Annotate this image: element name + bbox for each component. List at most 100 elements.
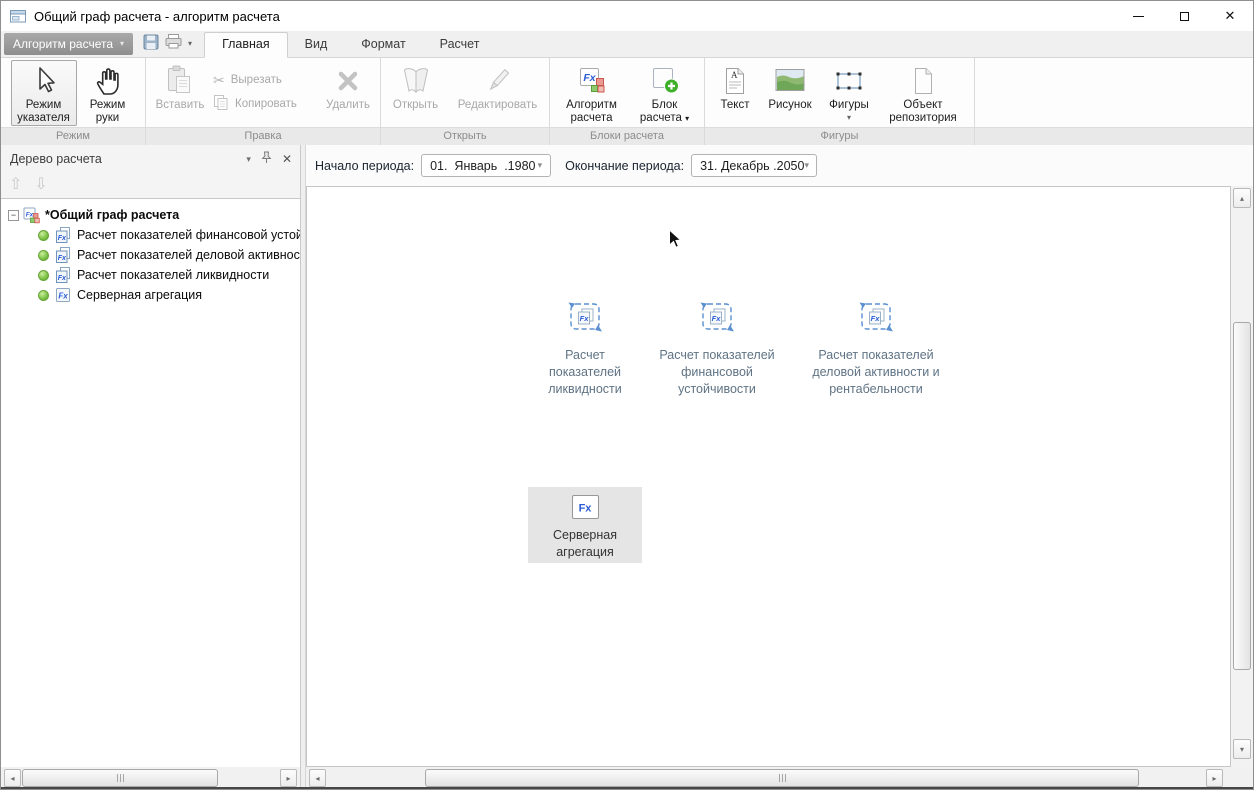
add-block-button[interactable]: Блок расчета ▾ (631, 60, 699, 126)
close-icon: ✕ (1224, 8, 1236, 23)
tree-item-server-aggregation[interactable]: Fx Серверная агрегация (1, 285, 300, 305)
open-button[interactable]: Открыть (385, 60, 447, 126)
mouse-cursor-icon (668, 228, 682, 254)
copy-button[interactable]: Копировать (213, 94, 317, 113)
calc-tree-panel: Дерево расчета ▾ ✕ ⇧ ⇩ − Fx *Общий граф … (1, 145, 301, 789)
menu-tab-row: Алгоритм расчета ▾ ▾ Главная Вид Формат … (1, 31, 1253, 58)
panel-menu-dropdown-icon[interactable]: ▾ (246, 154, 251, 164)
block-server-aggregation[interactable]: Fx Серверная агрегация (528, 487, 642, 563)
delete-button[interactable]: Удалить (320, 60, 376, 126)
paste-button[interactable]: Вставить (150, 60, 210, 126)
panel-close-icon[interactable]: ✕ (282, 152, 292, 166)
minimize-button[interactable] (1115, 1, 1161, 31)
ribbon-group-shapes: A Текст Рисунок Фигуры ▾ Объект репозито… (705, 58, 975, 145)
group-label-edit: Правка (146, 127, 380, 145)
text-document-icon: A (723, 62, 747, 99)
scroll-left-button[interactable]: ◂ (309, 769, 326, 787)
scrollbar-corner (1231, 767, 1253, 789)
main-area: Начало периода: 01. Январь .1980 ▾ Оконч… (306, 145, 1253, 789)
svg-text:Fx: Fx (579, 503, 593, 515)
text-button[interactable]: A Текст (712, 60, 758, 126)
repository-object-icon (912, 62, 935, 99)
scroll-thumb[interactable] (425, 769, 1139, 787)
maximize-button[interactable] (1161, 1, 1207, 31)
tab-glavnaya[interactable]: Главная (204, 32, 288, 58)
scroll-right-button[interactable]: ▸ (280, 769, 297, 787)
canvas-vertical-scrollbar[interactable]: ▴ ▾ (1231, 186, 1253, 767)
repository-object-button[interactable]: Объект репозитория (879, 60, 967, 126)
svg-text:Fx: Fx (580, 314, 590, 323)
app-window-icon (10, 9, 27, 23)
delete-x-icon (333, 62, 363, 99)
svg-text:Fx: Fx (58, 254, 67, 261)
print-dropdown-button[interactable]: ▾ (188, 40, 192, 48)
group-label-shapes: Фигуры (705, 127, 974, 145)
tree-item-business-activity[interactable]: Fx Расчет показателей деловой активности… (1, 245, 300, 265)
status-dot-green (38, 229, 49, 241)
pin-icon[interactable] (261, 151, 272, 167)
ribbon-group-mode: Режим указателя Режим руки Режим (1, 58, 146, 145)
svg-text:Fx: Fx (58, 274, 67, 281)
minimize-icon (1132, 15, 1144, 17)
close-button[interactable]: ✕ (1207, 1, 1253, 31)
maximize-icon (1179, 11, 1189, 21)
canvas-horizontal-scrollbar[interactable]: ◂ ▸ (306, 767, 1231, 789)
ribbon-group-calc-blocks: Fx Алгоритм расчета Блок расчета ▾ Блоки… (550, 58, 705, 145)
chevron-down-icon: ▾ (846, 113, 851, 122)
scroll-thumb[interactable] (1233, 322, 1251, 670)
scroll-track[interactable] (22, 769, 279, 787)
shapes-rect-icon (834, 62, 864, 99)
fx-icon: Fx (55, 287, 72, 304)
block-business-activity[interactable]: Fx Расчет показателей деловой активности… (796, 297, 956, 398)
app-menu-button[interactable]: Алгоритм расчета ▾ (4, 33, 134, 55)
scroll-right-button[interactable]: ▸ (1206, 769, 1223, 787)
period-start-label: Начало периода: (315, 158, 415, 173)
save-button[interactable] (143, 34, 159, 55)
period-start-combobox[interactable]: 01. Январь .1980 ▾ (421, 154, 552, 177)
svg-text:Fx: Fx (712, 314, 722, 323)
fx-icon: Fx (571, 495, 599, 519)
block-financial-stability[interactable]: Fx Расчет показателей финансовой устойчи… (637, 297, 797, 398)
algorithm-button[interactable]: Fx Алгоритм расчета (556, 60, 628, 126)
hand-mode-button[interactable]: Режим руки (80, 60, 136, 126)
tree-horizontal-scrollbar[interactable]: ◂ ▸ (1, 767, 300, 789)
algorithm-root-icon: Fx (23, 207, 40, 224)
tree-item-fin-stability[interactable]: Fx Расчет показателей финансовой устойчи… (1, 225, 300, 245)
cut-button[interactable]: ✂ Вырезать (213, 70, 317, 89)
scroll-left-button[interactable]: ◂ (4, 769, 21, 787)
hand-icon (93, 62, 123, 99)
svg-text:Fx: Fx (871, 314, 881, 323)
collapse-expander-icon[interactable]: − (8, 209, 19, 221)
open-book-icon (398, 62, 434, 99)
tab-vid[interactable]: Вид (288, 33, 345, 57)
period-end-combobox[interactable]: 31. Декабрь .2050 ▾ (691, 154, 818, 177)
tab-raschet[interactable]: Расчет (423, 33, 497, 57)
tree-item-liquidity[interactable]: Fx Расчет показателей ликвидности (1, 265, 300, 285)
fx-algorithm-icon: Fx (577, 62, 607, 99)
shapes-button[interactable]: Фигуры ▾ (822, 60, 876, 126)
edit-button[interactable]: Редактировать (450, 60, 546, 126)
algorithm-block-icon: Fx (697, 297, 737, 342)
tree-root-label: *Общий граф расчета (45, 208, 180, 222)
window-bottom-edge (1, 787, 1253, 789)
quick-access-toolbar: ▾ (143, 34, 192, 55)
scroll-up-button[interactable]: ▴ (1233, 188, 1251, 208)
scroll-down-button[interactable]: ▾ (1233, 739, 1251, 759)
svg-text:Fx: Fx (583, 72, 596, 84)
tree-root-row[interactable]: − Fx *Общий граф расчета (1, 205, 300, 225)
picture-button[interactable]: Рисунок (761, 60, 819, 126)
print-button[interactable] (165, 34, 182, 54)
pointer-mode-button[interactable]: Режим указателя (10, 60, 77, 126)
fx-pages-icon: Fx (55, 226, 72, 244)
tab-format[interactable]: Формат (344, 33, 422, 57)
move-up-button[interactable]: ⇧ (9, 176, 22, 193)
chevron-down-icon: ▾ (537, 160, 543, 170)
move-down-button[interactable]: ⇩ (34, 176, 47, 193)
group-label-mode: Режим (1, 127, 145, 145)
algorithm-block-icon: Fx (565, 297, 605, 342)
period-bar: Начало периода: 01. Январь .1980 ▾ Оконч… (306, 145, 1253, 186)
chevron-down-icon: ▾ (685, 114, 690, 123)
tree-panel-title: Дерево расчета (10, 152, 102, 166)
graph-canvas[interactable]: Fx Расчет показателей ликвидности Fx Рас… (306, 186, 1231, 767)
scroll-thumb[interactable] (22, 769, 218, 787)
